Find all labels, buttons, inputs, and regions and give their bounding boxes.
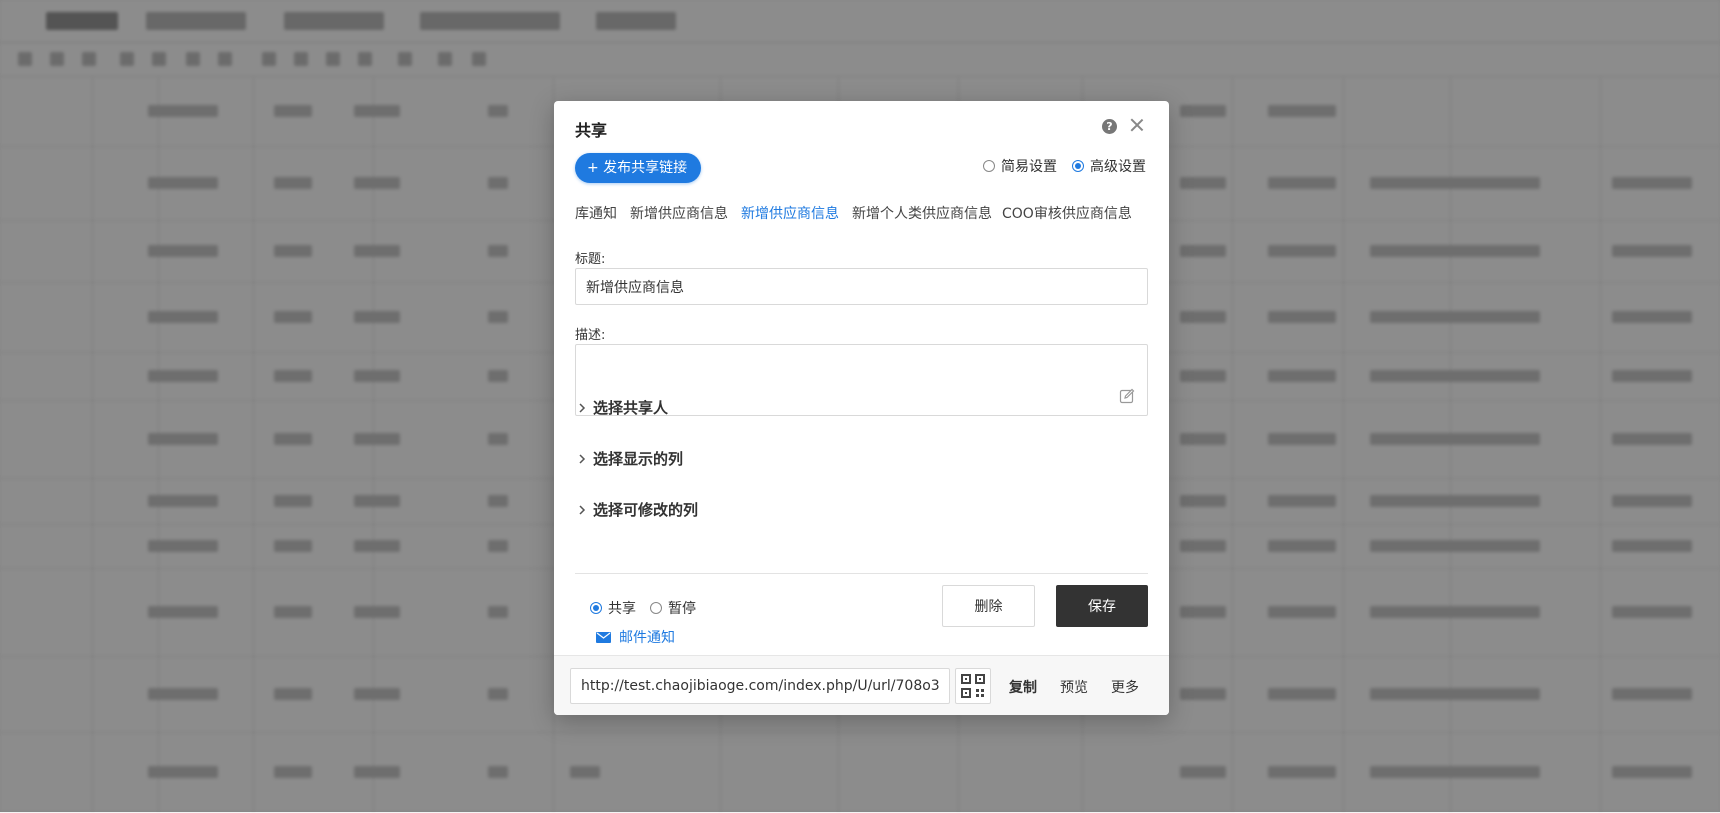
section-select-editable-columns[interactable]: 选择可修改的列 xyxy=(575,499,698,520)
view-tab-4[interactable]: 新增个人类供应商信息 xyxy=(852,203,992,229)
view-tab-1[interactable]: 库通知 xyxy=(575,203,617,229)
help-icon[interactable]: ? xyxy=(1102,119,1117,134)
save-button[interactable]: 保存 xyxy=(1056,585,1148,627)
status-share-label: 共享 xyxy=(608,601,636,617)
email-notification-link[interactable]: 邮件通知 xyxy=(596,627,675,647)
description-field-label: 描述: xyxy=(575,328,606,343)
share-dialog: 共享 ? + 发布共享链接 简易设置 高级设置 库通知 新增供应商信息 新增供应… xyxy=(554,101,1169,715)
section-select-editable-columns-label: 选择可修改的列 xyxy=(593,501,699,519)
status-pause-option[interactable]: 暂停 xyxy=(650,598,696,618)
qr-code-icon xyxy=(961,674,985,698)
mail-icon xyxy=(596,631,611,643)
section-select-sharers-label: 选择共享人 xyxy=(593,399,669,417)
share-footer: 复制 预览 更多 xyxy=(554,655,1169,715)
dialog-title: 共享 xyxy=(575,121,608,140)
divider xyxy=(575,573,1148,574)
section-select-visible-columns-label: 选择显示的列 xyxy=(593,450,684,468)
email-notification-label: 邮件通知 xyxy=(619,630,675,646)
qr-code-button[interactable] xyxy=(955,668,991,704)
mode-simple-label: 简易设置 xyxy=(1001,159,1057,175)
title-input[interactable] xyxy=(575,268,1148,305)
chevron-right-icon xyxy=(579,453,586,464)
chevron-right-icon xyxy=(579,402,586,413)
copy-link[interactable]: 复制 xyxy=(1009,677,1037,697)
status-share-radio[interactable] xyxy=(590,602,602,614)
preview-link[interactable]: 预览 xyxy=(1060,677,1088,697)
status-pause-label: 暂停 xyxy=(668,601,696,617)
section-select-visible-columns[interactable]: 选择显示的列 xyxy=(575,448,683,469)
section-select-sharers[interactable]: 选择共享人 xyxy=(575,397,668,418)
mode-simple-option[interactable]: 简易设置 xyxy=(983,156,1057,176)
title-field-label: 标题: xyxy=(575,252,606,267)
view-tab-5[interactable]: COO审核供应商信息 xyxy=(1002,203,1132,229)
mode-simple-radio[interactable] xyxy=(983,160,995,172)
delete-button[interactable]: 删除 xyxy=(942,585,1035,627)
view-tab-2[interactable]: 新增供应商信息 xyxy=(630,203,728,229)
share-url-field[interactable] xyxy=(570,668,950,704)
publish-share-link-button[interactable]: + 发布共享链接 xyxy=(575,153,702,183)
more-link[interactable]: 更多 xyxy=(1111,677,1139,697)
mode-advanced-option[interactable]: 高级设置 xyxy=(1072,156,1146,176)
status-share-option[interactable]: 共享 xyxy=(590,598,636,618)
chevron-right-icon xyxy=(579,504,586,515)
mode-advanced-radio[interactable] xyxy=(1072,160,1084,172)
status-pause-radio[interactable] xyxy=(650,602,662,614)
view-tabs: 库通知 新增供应商信息 新增供应商信息 新增个人类供应商信息 COO审核供应商信… xyxy=(575,203,1155,229)
mode-advanced-label: 高级设置 xyxy=(1090,159,1146,175)
close-icon[interactable] xyxy=(1126,114,1148,136)
edit-icon[interactable] xyxy=(1119,388,1135,404)
view-tab-3[interactable]: 新增供应商信息 xyxy=(741,203,839,229)
